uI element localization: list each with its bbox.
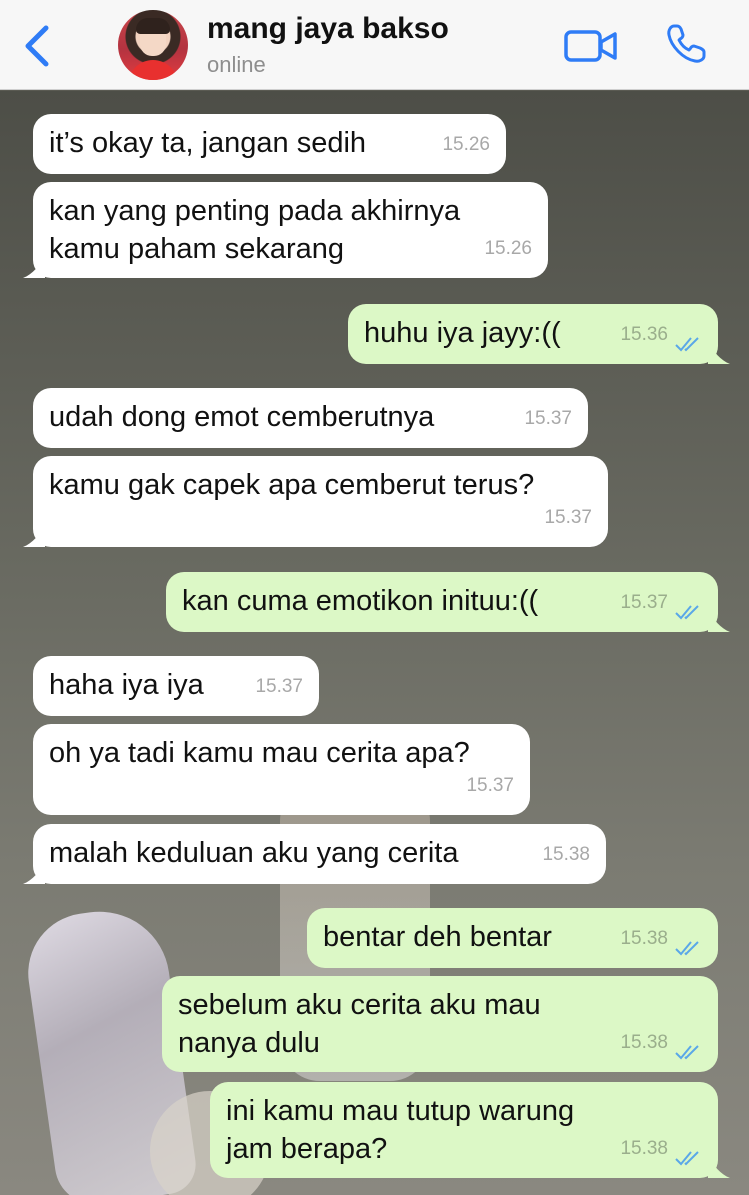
phone-icon[interactable] <box>664 22 708 66</box>
chevron-left-icon[interactable] <box>22 24 52 68</box>
message-bubble-outgoing[interactable]: bentar deh bentar 15.38 <box>307 908 718 968</box>
message-bubble-incoming[interactable]: it’s okay ta, jangan sedih 15.26 <box>33 114 506 174</box>
contact-status: online <box>207 52 266 77</box>
message-text: kan yang penting pada akhirnya kamu paha… <box>49 195 461 265</box>
double-check-icon <box>675 605 699 620</box>
message-bubble-outgoing[interactable]: kan cuma emotikon inituu:(( 15.37 <box>166 572 730 632</box>
video-call-icon[interactable] <box>563 27 619 65</box>
message-time: 15.37 <box>544 507 592 528</box>
message-time: 15.26 <box>484 238 532 259</box>
message-bubble-incoming[interactable]: kamu gak capek apa cemberut terus? 15.37 <box>23 456 608 547</box>
message-text: malah keduluan aku yang cerita <box>49 837 459 869</box>
message-bubble-outgoing[interactable]: huhu iya jayy:(( 15.36 <box>348 304 730 364</box>
avatar[interactable] <box>118 10 188 80</box>
message-text: sebelum aku cerita aku mau nanya dulu <box>178 989 541 1059</box>
message-bubble-outgoing[interactable]: sebelum aku cerita aku mau nanya dulu 15… <box>162 976 718 1072</box>
message-bubble-incoming[interactable]: malah keduluan aku yang cerita 15.38 <box>23 824 606 884</box>
message-text: ini kamu mau tutup warung jam berapa? <box>226 1095 575 1165</box>
message-time: 15.38 <box>620 1032 668 1053</box>
message-bubble-incoming[interactable]: haha iya iya 15.37 <box>33 656 319 716</box>
double-check-icon <box>675 941 699 956</box>
message-time: 15.38 <box>620 928 668 949</box>
message-bubble-incoming[interactable]: udah dong emot cemberutnya 15.37 <box>33 388 588 448</box>
message-bubble-outgoing[interactable]: ini kamu mau tutup warung jam berapa? 15… <box>210 1082 730 1178</box>
chat-header: mang jaya bakso online <box>0 0 749 90</box>
message-time: 15.37 <box>255 676 303 697</box>
double-check-icon <box>675 337 699 352</box>
message-bubble-incoming[interactable]: oh ya tadi kamu mau cerita apa? 15.37 <box>33 724 530 815</box>
message-time: 15.36 <box>620 324 668 345</box>
double-check-icon <box>675 1045 699 1060</box>
double-check-icon <box>675 1151 699 1166</box>
message-text: oh ya tadi kamu mau cerita apa? <box>49 737 470 769</box>
message-text: kamu gak capek apa cemberut terus? <box>49 469 535 501</box>
contact-name[interactable]: mang jaya bakso <box>207 12 449 46</box>
message-time: 15.26 <box>442 134 490 155</box>
message-time: 15.38 <box>620 1138 668 1159</box>
message-text: udah dong emot cemberutnya <box>49 401 435 433</box>
message-time: 15.37 <box>620 592 668 613</box>
message-time: 15.37 <box>466 775 514 796</box>
message-text: it’s okay ta, jangan sedih <box>49 127 367 159</box>
message-bubble-incoming[interactable]: kan yang penting pada akhirnya kamu paha… <box>23 182 548 278</box>
message-time: 15.37 <box>524 408 572 429</box>
message-time: 15.38 <box>542 844 590 865</box>
